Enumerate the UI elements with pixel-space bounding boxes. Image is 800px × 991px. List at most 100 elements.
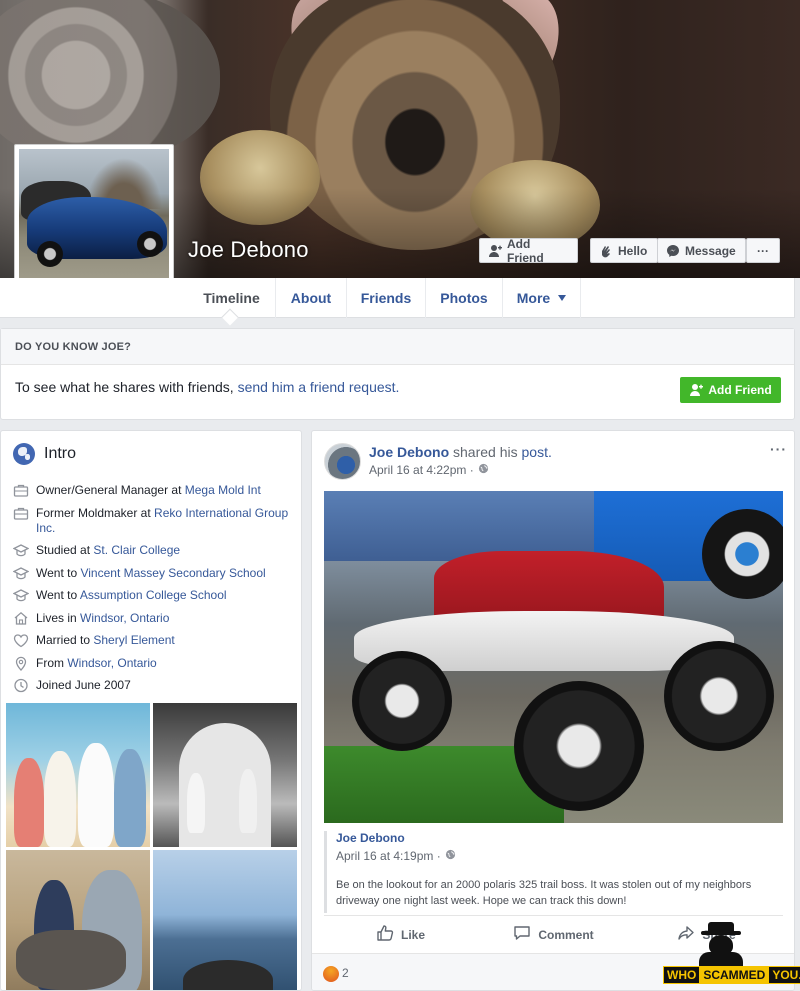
like-label: Like (400, 927, 425, 942)
intro-item-lives: Lives in Windsor, Ontario (13, 611, 293, 626)
photo-lake-boat[interactable] (153, 850, 297, 990)
comment-button[interactable]: Comment (477, 916, 630, 953)
clock-icon (13, 678, 29, 693)
post-author-avatar[interactable] (324, 443, 361, 480)
shared-post-timestamp[interactable]: April 16 at 4:19pm · (336, 849, 441, 863)
profile-car-wheel (137, 231, 163, 257)
intro-photo-grid (6, 703, 298, 990)
intro-item-text: Lives in Windsor, Ontario (36, 611, 169, 626)
add-friend-green-button[interactable]: Add Friend (680, 377, 781, 403)
profile-picture-image (19, 149, 169, 297)
wave-hand-icon (599, 244, 613, 258)
add-friend-green-label: Add Friend (708, 383, 772, 397)
profile-name[interactable]: Joe Debono (188, 237, 309, 263)
intro-item-work: Owner/General Manager at Mega Mold Int (13, 483, 293, 498)
intro-link-vincent-massey[interactable]: Vincent Massey Secondary School (80, 566, 265, 580)
intro-item-joined: Joined June 2007 (13, 678, 293, 693)
photo-person (14, 758, 44, 847)
photo-dog-couple[interactable] (6, 850, 150, 990)
intro-title: Intro (13, 443, 76, 465)
intro-item-school-2: Went to Assumption College School (12, 588, 293, 603)
intro-item-prefix: Studied at (36, 543, 94, 557)
hello-label: Hello (618, 243, 648, 258)
location-pin-icon (13, 656, 29, 671)
like-button[interactable]: Like (324, 916, 477, 953)
intro-link-mega-mold[interactable]: Mega Mold Int (185, 483, 261, 497)
angry-reaction-icon[interactable] (323, 966, 339, 982)
atv-tire (352, 651, 452, 751)
tab-photos[interactable]: Photos (425, 278, 502, 318)
globe-icon (13, 443, 35, 465)
intro-item-former-work: Former Moldmaker at Reko International G… (13, 506, 293, 536)
post-timestamp-row: April 16 at 4:22pm · (369, 463, 489, 477)
intro-link-windsor-from[interactable]: Windsor, Ontario (67, 656, 156, 670)
intro-item-text: Went to Assumption College School (36, 588, 227, 603)
post-photo-atv[interactable] (324, 491, 783, 823)
message-label: Message (685, 243, 736, 258)
house-icon (13, 611, 29, 626)
watermark-band: WHO SCAMMED YOU.COM (663, 966, 800, 984)
shared-post-author[interactable]: Joe Debono (336, 831, 783, 845)
post-author-name[interactable]: Joe Debono (369, 444, 449, 460)
add-friend-label: Add Friend (507, 236, 544, 265)
photo-person (239, 769, 257, 833)
tab-about[interactable]: About (275, 278, 346, 318)
intro-link-st-clair[interactable]: St. Clair College (93, 543, 180, 557)
add-friend-icon (689, 383, 704, 397)
post-header: Joe Debono shared his post. (369, 444, 552, 460)
photo-person (187, 773, 205, 833)
prompt-text: To see what he shares with friends, send… (15, 379, 399, 395)
atv-tire (514, 681, 644, 811)
intro-title-label: Intro (44, 445, 77, 462)
post-shared-link[interactable]: post. (522, 444, 552, 460)
cover-more-button[interactable]: ··· (746, 238, 780, 263)
tab-more-label: More (516, 290, 551, 306)
post-action-text: shared his (453, 444, 522, 460)
graduation-cap-icon (12, 566, 30, 581)
intro-item-text: From Windsor, Ontario (36, 656, 157, 671)
intro-item-text: Former Moldmaker at Reko International G… (36, 506, 293, 536)
briefcase-icon (13, 506, 29, 521)
tab-more[interactable]: More (502, 278, 581, 318)
intro-item-text: Went to Vincent Massey Secondary School (36, 566, 266, 581)
send-friend-request-link[interactable]: send him a friend request. (238, 379, 400, 395)
post-options-button[interactable]: ··· (770, 441, 787, 457)
photo-person (44, 751, 76, 847)
heart-icon (13, 633, 29, 648)
intro-link-windsor-lives[interactable]: Windsor, Ontario (80, 611, 169, 625)
intro-item-text: Joined June 2007 (36, 678, 131, 693)
tab-friends[interactable]: Friends (346, 278, 425, 318)
intro-item-prefix: Joined June 2007 (36, 678, 131, 692)
photo-arch-couple[interactable] (153, 703, 297, 847)
photo-person (114, 749, 146, 847)
intro-item-prefix: From (36, 655, 68, 670)
intro-link-sheryl[interactable]: Sheryl Element (93, 633, 174, 647)
comment-label: Comment (538, 927, 594, 942)
photo-beach-wedding[interactable] (6, 703, 150, 847)
intro-item-text: Studied at St. Clair College (36, 543, 180, 558)
thumbs-up-icon (376, 924, 394, 945)
prompt-prefix: To see what he shares with friends, (15, 379, 234, 395)
briefcase-icon (13, 483, 29, 498)
messenger-icon (666, 244, 680, 258)
whoscammedyou-watermark: WHO SCAMMED YOU.COM (663, 922, 800, 986)
reaction-count[interactable]: 2 (342, 966, 349, 980)
intro-item-text: Owner/General Manager at Mega Mold Int (36, 483, 261, 498)
add-friend-button[interactable]: Add Friend (479, 236, 578, 265)
graduation-cap-icon (12, 543, 30, 558)
hello-button[interactable]: Hello (590, 238, 658, 263)
intro-link-assumption[interactable]: Assumption College School (80, 588, 227, 602)
photo-boat (183, 960, 273, 990)
post-timestamp[interactable]: April 16 at 4:22pm · (369, 463, 474, 477)
photo-dog (16, 930, 126, 990)
public-globe-icon (478, 463, 489, 477)
caret-down-icon (558, 295, 567, 301)
friend-request-prompt: DO YOU KNOW JOE? To see what he shares w… (0, 328, 795, 420)
shared-post-timestamp-row: April 16 at 4:19pm · (336, 849, 783, 863)
watermark-you: YOU.COM (768, 966, 800, 984)
add-friend-icon (488, 244, 502, 258)
comment-bubble-icon (513, 924, 531, 945)
atv-spare-tire (702, 509, 783, 599)
profile-car-wheel (37, 241, 63, 267)
message-button[interactable]: Message (657, 238, 746, 263)
